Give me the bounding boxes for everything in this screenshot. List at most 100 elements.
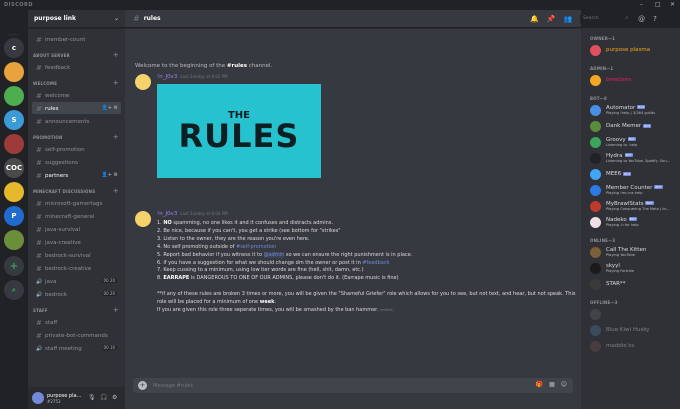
server-icon[interactable] (4, 62, 24, 82)
plus-icon[interactable]: + (113, 306, 119, 314)
server-icon[interactable]: P (4, 206, 24, 226)
server-icon[interactable] (4, 86, 24, 106)
gear-icon[interactable]: ⚙ (112, 394, 117, 401)
channel-suggestions[interactable]: # suggestions (32, 156, 121, 168)
member-item[interactable]: STAR** (581, 276, 680, 292)
channel-member-count[interactable]: # member-count (32, 33, 121, 45)
channel-private-bot-commands[interactable]: # private-bot-commands (32, 329, 121, 341)
category-header[interactable]: WELCOME + (28, 77, 125, 88)
member-name: STAR** (606, 281, 626, 287)
mention-icon[interactable]: @ (638, 15, 645, 23)
plus-icon[interactable]: + (113, 51, 119, 59)
channel-self-promotion[interactable]: # self-promotion (32, 143, 121, 155)
message-composer[interactable]: + Message #rules 🎁 ▦ ☺ (133, 378, 573, 393)
member-item[interactable]: skyyl Playing Fortnite (581, 260, 680, 276)
rule-text: 5. Report bad behavior if you witness it… (157, 251, 264, 258)
help-icon[interactable]: ? (653, 15, 657, 23)
gift-icon[interactable]: 🎁 (536, 381, 543, 388)
bell-icon[interactable]: 🔔 (530, 15, 539, 23)
server-icon[interactable] (4, 134, 24, 154)
category-header[interactable]: PROMOTION + (28, 131, 125, 142)
channel-partners[interactable]: # partners 👤+ ⚙ (32, 169, 121, 181)
search-input[interactable]: Search ⌕ (580, 14, 631, 24)
member-item[interactable]: purpose plasma (581, 42, 680, 58)
role-mention[interactable]: @admin (263, 251, 285, 258)
channel-label: self-promotion (45, 147, 85, 153)
plus-icon[interactable]: + (113, 133, 119, 141)
upload-plus-icon[interactable]: + (138, 381, 147, 390)
channel-feedback[interactable]: # feedback (32, 61, 121, 73)
invite-gear-icon[interactable]: 👤+ ⚙ (102, 105, 119, 111)
rules-image[interactable]: THE RULES (157, 84, 321, 178)
avatar[interactable] (135, 211, 151, 227)
members-icon[interactable]: 👥 (563, 15, 572, 23)
invite-gear-icon[interactable]: 👤+ ⚙ (102, 172, 119, 178)
hash-icon: # (36, 200, 42, 208)
channel-minecraft-general[interactable]: # minecraft-general (32, 210, 121, 222)
channel-java[interactable]: 🔊 java 00 20 (32, 275, 121, 287)
explore-icon[interactable]: ⌕ (4, 280, 24, 300)
channel-label: java-creative (45, 240, 81, 246)
user-tag: #2753 (47, 398, 61, 404)
rule-list: 1. NO spamming, no one likes it and it c… (157, 220, 457, 283)
message-author[interactable]: !n_J0v3 Last Sunday at 6:04 PM (157, 211, 228, 217)
member-item[interactable]: Groovy BOT Listening to -help (581, 134, 680, 150)
member-item[interactable]: Call The Kitten Playing YouTube (581, 244, 680, 260)
gif-icon[interactable]: ▦ (549, 381, 555, 388)
server-icon[interactable]: COC (4, 158, 24, 178)
channel-staff[interactable]: # staff (32, 316, 121, 328)
member-item[interactable]: bmetizen (581, 72, 680, 88)
member-item[interactable] (581, 306, 680, 322)
member-item[interactable]: MyBrawlStats BOT Playing Conquering The Me… (581, 198, 680, 214)
member-group-header: OFFLINE—3 (590, 300, 618, 305)
avatar[interactable] (32, 392, 44, 404)
member-item[interactable]: Nadeko BOT Playing .h for help (581, 214, 680, 230)
microphone-icon[interactable]: 🎙 (88, 394, 96, 401)
add-server-icon[interactable]: + (4, 256, 24, 276)
channel-link[interactable]: #self-promotion (236, 244, 276, 250)
channel-microsoft-gamertags[interactable]: # microsoft-gamertags (32, 197, 121, 209)
channel-bedrock-survival[interactable]: # bedrock-survival (32, 249, 121, 261)
hash-icon: # (36, 105, 42, 113)
emoji-icon[interactable]: ☺ (561, 381, 567, 388)
plus-icon[interactable]: + (113, 79, 119, 87)
channel-link[interactable]: #feedback (362, 260, 389, 266)
avatar[interactable] (135, 74, 151, 90)
maximize-button[interactable]: □ (655, 1, 661, 8)
message-author[interactable]: !n_J0v3 Last Sunday at 6:02 PM (157, 74, 228, 80)
channel-java-survival[interactable]: # java-survival (32, 223, 121, 235)
category-header[interactable]: MINECRAFT DISCUSSIONS + (28, 185, 125, 196)
member-item[interactable]: Blue Kiwi Husky (581, 322, 680, 338)
channel-sidebar: purpose link ⌄ # member-count ABOUT SERVER… (28, 10, 125, 409)
channel-announcements[interactable]: # announcements (32, 115, 121, 127)
channel-rules[interactable]: # rules 👤+ ⚙ (32, 102, 121, 114)
channel-bedrock-creative[interactable]: # bedrock-creative (32, 262, 121, 274)
server-icon[interactable] (4, 230, 24, 250)
channel-bedrock[interactable]: 🔊 bedrock 00 20 (32, 288, 121, 300)
pin-icon[interactable]: 📌 (547, 15, 556, 23)
headphones-icon[interactable]: 🎧 (100, 394, 107, 401)
member-item[interactable]: Hydra BOT Listening to YouTube, Spotify, S… (581, 150, 680, 166)
member-item[interactable]: Member Counter BOT Playing !mc.ms help (581, 182, 680, 198)
member-item[interactable]: Automator BOT Playing !help | 3/364 guilds (581, 102, 680, 118)
server-name: purpose link (34, 15, 77, 22)
channel-java-creative[interactable]: # java-creative (32, 236, 121, 248)
close-button[interactable]: ✕ (670, 1, 675, 8)
category-header[interactable]: ABOUT SERVER + (28, 49, 125, 60)
member-item[interactable]: MEE6 BOT (581, 166, 680, 182)
plus-icon[interactable]: + (113, 187, 119, 195)
channel-staff-meeting[interactable]: 🔊 staff meeting 00 10 (32, 342, 121, 354)
server-header[interactable]: purpose link ⌄ (28, 10, 125, 28)
avatar (590, 136, 601, 148)
server-icon[interactable] (4, 182, 24, 202)
member-name: Nadeko BOT (606, 217, 639, 223)
server-icon[interactable]: S (4, 110, 24, 130)
channel-welcome[interactable]: # welcome (32, 89, 121, 101)
rule-text: 2. Be nice, because if you can't, you ge… (157, 227, 341, 234)
server-icon[interactable]: c (4, 38, 24, 58)
category-header[interactable]: STAFF + (28, 304, 125, 315)
minimize-button[interactable]: – (640, 1, 643, 8)
member-item[interactable]: Dank Memer BOT (581, 118, 680, 134)
channel-label: private-bot-commands (45, 333, 108, 339)
member-item[interactable]: maddie'xs (581, 338, 680, 354)
